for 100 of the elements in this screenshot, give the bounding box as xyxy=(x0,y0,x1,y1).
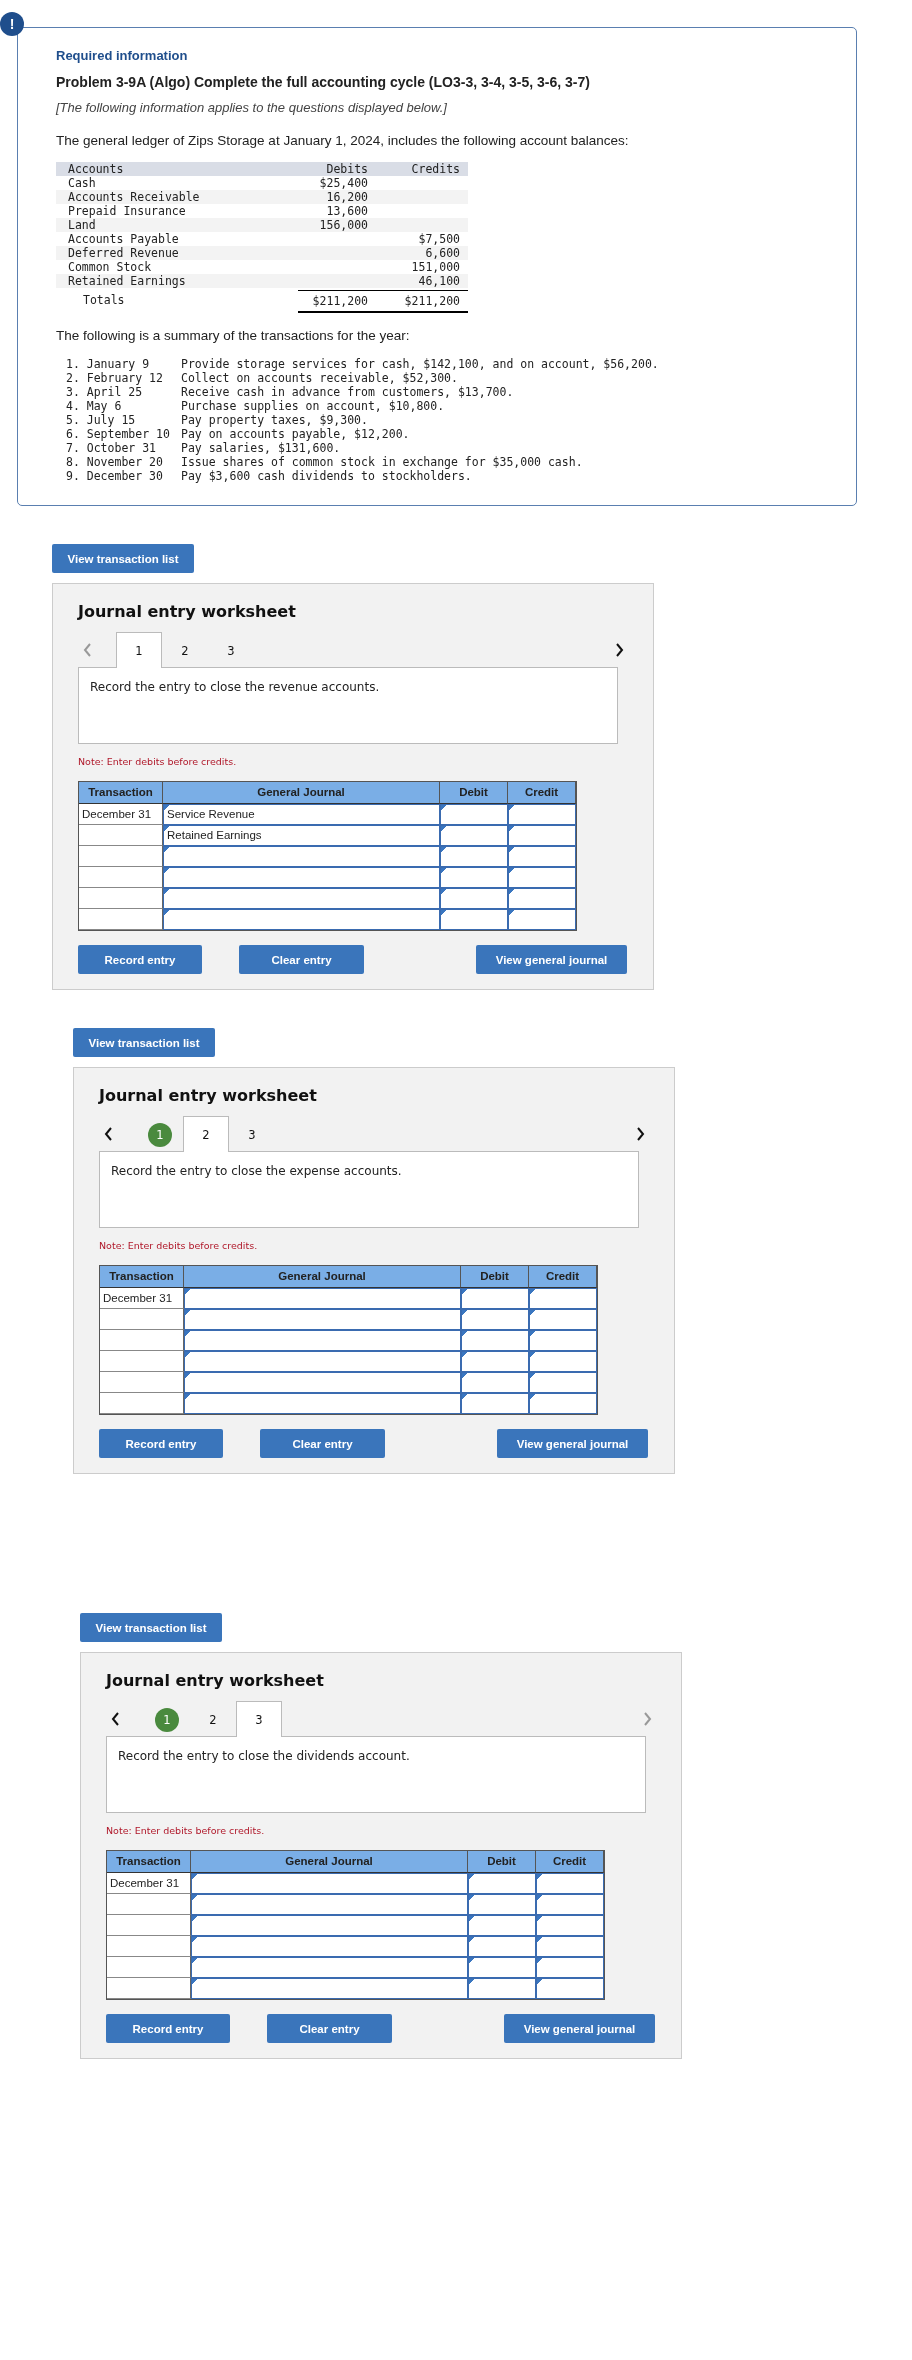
credit-field[interactable] xyxy=(536,1936,604,1957)
debit-field[interactable] xyxy=(461,1288,529,1309)
debit-field[interactable] xyxy=(468,1978,536,1999)
account-field[interactable] xyxy=(163,909,440,930)
debit-field[interactable] xyxy=(468,1873,536,1894)
debit-field[interactable] xyxy=(440,909,508,930)
clear-entry-button[interactable]: Clear entry xyxy=(267,2014,392,2043)
account-field[interactable] xyxy=(191,1915,468,1936)
step-tab[interactable]: 2 xyxy=(190,1701,236,1737)
account-field[interactable]: Service Revenue xyxy=(163,804,440,825)
column-header: Accounts xyxy=(67,162,125,176)
account-field[interactable] xyxy=(184,1288,461,1309)
account-field[interactable] xyxy=(163,888,440,909)
credit-field[interactable] xyxy=(529,1288,597,1309)
note-text: Note: Enter debits before credits. xyxy=(99,1240,259,1251)
account-field[interactable] xyxy=(191,1957,468,1978)
account-name: Land xyxy=(67,218,97,232)
debit-amount: 156,000 xyxy=(318,218,369,232)
transaction-description: Provide storage services for cash, $142,100, and on account, $56,200. xyxy=(181,357,660,371)
record-entry-button[interactable]: Record entry xyxy=(78,945,202,974)
debit-field[interactable] xyxy=(440,888,508,909)
step-tab[interactable]: 3 xyxy=(229,1116,275,1152)
account-field[interactable] xyxy=(184,1309,461,1330)
record-entry-button[interactable]: Record entry xyxy=(99,1429,223,1458)
view-general-journal-button[interactable]: View general journal xyxy=(497,1429,648,1458)
column-header: General Journal xyxy=(163,782,440,804)
debit-field[interactable] xyxy=(461,1309,529,1330)
section-heading: Required information xyxy=(56,48,189,63)
credit-field[interactable] xyxy=(529,1372,597,1393)
date-cell: December 31 xyxy=(107,1873,191,1894)
step-tab[interactable]: 1 xyxy=(116,632,162,668)
credit-field[interactable] xyxy=(536,1873,604,1894)
step-tab[interactable]: 2 xyxy=(183,1116,229,1152)
column-header: Debit xyxy=(468,1851,536,1873)
account-field[interactable] xyxy=(184,1330,461,1351)
credit-field[interactable] xyxy=(529,1330,597,1351)
instruction-text: Record the entry to close the revenue accounts. xyxy=(78,667,618,744)
credit-field[interactable] xyxy=(536,1957,604,1978)
account-name: Prepaid Insurance xyxy=(67,204,187,218)
debit-field[interactable] xyxy=(468,1915,536,1936)
debit-field[interactable] xyxy=(468,1894,536,1915)
account-field[interactable] xyxy=(191,1873,468,1894)
credit-field[interactable] xyxy=(529,1309,597,1330)
view-transaction-list-button[interactable]: View transaction list xyxy=(80,1613,222,1642)
debit-amount: 16,200 xyxy=(325,190,369,204)
account-field[interactable]: Retained Earnings xyxy=(163,825,440,846)
debit-field[interactable] xyxy=(468,1957,536,1978)
credit-field[interactable] xyxy=(529,1351,597,1372)
step-tab[interactable]: 3 xyxy=(208,632,254,668)
credit-field[interactable] xyxy=(536,1894,604,1915)
debit-field[interactable] xyxy=(461,1351,529,1372)
view-transaction-list-button[interactable]: View transaction list xyxy=(52,544,194,573)
credit-field[interactable] xyxy=(508,846,576,867)
credit-field[interactable] xyxy=(536,1978,604,1999)
account-field[interactable] xyxy=(163,846,440,867)
step-tab[interactable]: 1 xyxy=(137,1116,183,1152)
chevron-right-icon xyxy=(635,1127,645,1141)
credit-field[interactable] xyxy=(508,909,576,930)
clear-entry-button[interactable]: Clear entry xyxy=(260,1429,385,1458)
view-general-journal-button[interactable]: View general journal xyxy=(476,945,627,974)
account-field[interactable] xyxy=(191,1894,468,1915)
transaction-description: Issue shares of common stock in exchange for $35,000 cash. xyxy=(181,455,584,469)
account-field[interactable] xyxy=(184,1351,461,1372)
credit-field[interactable] xyxy=(508,888,576,909)
chevron-right-icon xyxy=(614,643,624,657)
debit-field[interactable] xyxy=(461,1393,529,1414)
debit-field[interactable] xyxy=(468,1936,536,1957)
transaction-date: 8. November 20 xyxy=(66,455,164,469)
transaction-description: Purchase supplies on account, $10,800. xyxy=(181,399,446,413)
step-tab[interactable]: 1 xyxy=(144,1701,190,1737)
debit-field[interactable] xyxy=(440,804,508,825)
credit-field[interactable] xyxy=(508,804,576,825)
record-entry-button[interactable]: Record entry xyxy=(106,2014,230,2043)
account-name: Cash xyxy=(67,176,97,190)
instruction-text: Record the entry to close the expense accounts. xyxy=(99,1151,639,1228)
debit-field[interactable] xyxy=(440,846,508,867)
date-cell: December 31 xyxy=(100,1288,184,1309)
account-field[interactable] xyxy=(163,867,440,888)
step-tab[interactable]: 2 xyxy=(162,632,208,668)
credit-field[interactable] xyxy=(508,867,576,888)
debit-field[interactable] xyxy=(461,1330,529,1351)
account-field[interactable] xyxy=(184,1372,461,1393)
account-name: Accounts Payable xyxy=(67,232,180,246)
account-field[interactable] xyxy=(191,1978,468,1999)
debit-field[interactable] xyxy=(440,825,508,846)
transaction-date: 7. October 31 xyxy=(66,441,157,455)
debit-field[interactable] xyxy=(440,867,508,888)
transaction-date: 4. May 6 xyxy=(66,399,123,413)
transaction-date: 2. February 12 xyxy=(66,371,164,385)
clear-entry-button[interactable]: Clear entry xyxy=(239,945,364,974)
step-tab[interactable]: 3 xyxy=(236,1701,282,1737)
credit-field[interactable] xyxy=(536,1915,604,1936)
date-cell: December 31 xyxy=(79,804,163,825)
view-general-journal-button[interactable]: View general journal xyxy=(504,2014,655,2043)
view-transaction-list-button[interactable]: View transaction list xyxy=(73,1028,215,1057)
debit-field[interactable] xyxy=(461,1372,529,1393)
account-field[interactable] xyxy=(191,1936,468,1957)
account-field[interactable] xyxy=(184,1393,461,1414)
credit-field[interactable] xyxy=(529,1393,597,1414)
credit-field[interactable] xyxy=(508,825,576,846)
